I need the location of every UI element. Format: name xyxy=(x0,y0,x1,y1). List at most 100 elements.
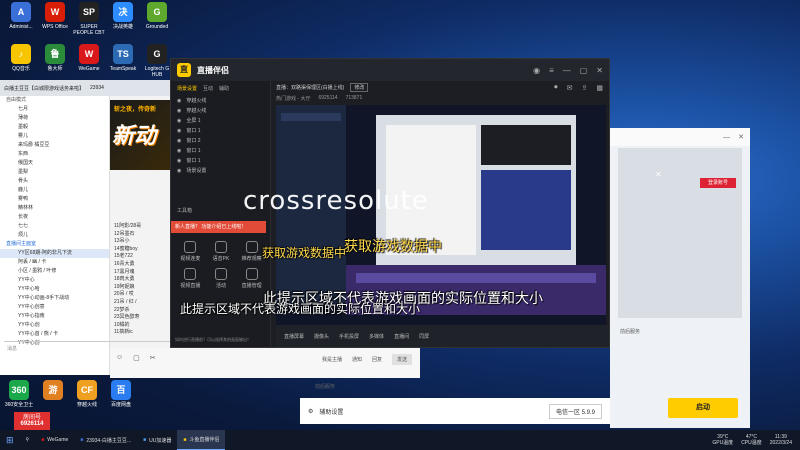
desktop-bottom-icon-2[interactable]: CF 穿越火线 xyxy=(70,380,104,408)
member-item[interactable]: 23冥色醇寿 xyxy=(114,314,172,322)
avatar-icon[interactable]: ◉ xyxy=(533,66,540,75)
channel-item[interactable]: YY中心创意 xyxy=(0,303,109,312)
mode-selector[interactable]: 自由模式 xyxy=(0,96,109,105)
member-item[interactable]: 20吊 / 哎 xyxy=(114,291,172,299)
taskbar-item-1[interactable]: ■ 23934-白播主豆豆... xyxy=(74,430,137,450)
scene-item[interactable]: ◉ 窗口 1 xyxy=(171,126,270,136)
source-button-2[interactable]: 手机投屏 xyxy=(339,333,359,340)
member-item[interactable]: 11阿影/28哥 xyxy=(114,223,172,231)
desktop-icon-5[interactable]: ♪ QQ音乐 xyxy=(4,44,38,72)
tool-button-0[interactable]: 视频连麦 xyxy=(177,241,203,262)
tab-interact[interactable]: 互动 xyxy=(203,85,213,92)
launch-button[interactable]: 启动 xyxy=(668,398,738,418)
clock[interactable]: 11:39 2022/3/24 xyxy=(770,434,792,446)
desktop-bottom-icon-0[interactable]: 360 360安全卫士 xyxy=(2,380,36,408)
tool-button-2[interactable]: 推荐观察 xyxy=(239,241,265,262)
scissors-icon[interactable]: ✂ xyxy=(150,354,156,362)
channel-item[interactable]: YY中心哈 xyxy=(0,285,109,294)
eye-icon[interactable]: ◉ xyxy=(177,166,181,176)
list-item[interactable]: 雾儿 xyxy=(0,132,109,141)
close-icon[interactable]: ✕ xyxy=(596,66,603,75)
scene-item[interactable]: ◉ 全屏 1 xyxy=(171,116,270,126)
list-item[interactable]: 精林林 xyxy=(0,204,109,213)
close-icon[interactable]: ✕ xyxy=(738,133,744,141)
settings-icon[interactable]: ⚙ xyxy=(308,408,313,415)
desktop-bottom-icon-3[interactable]: 百百度网盘 xyxy=(104,380,138,408)
minimize-icon[interactable]: — xyxy=(723,134,730,141)
list-item[interactable]: 长夜 xyxy=(0,213,109,222)
member-item[interactable]: 19阿妮娘 xyxy=(114,284,172,292)
list-item[interactable]: 七月 xyxy=(0,105,109,114)
launcher-banner[interactable]: 登录账号 xyxy=(618,148,742,318)
tool-button-1[interactable]: 语音PK xyxy=(208,241,234,262)
server-select[interactable]: 电信一区 5.9.9 xyxy=(548,403,602,419)
channel-item[interactable]: YY中心指南 xyxy=(0,312,109,321)
grid-icon[interactable]: ▦ xyxy=(596,84,603,92)
list-item[interactable]: 七七 xyxy=(0,222,109,231)
taskbar-item-2[interactable]: ■ UU加速器 xyxy=(137,430,177,450)
desktop-icon-4[interactable]: G Grounded xyxy=(140,2,174,30)
scene-item[interactable]: ◉ 窗口 1 xyxy=(171,146,270,156)
list-item[interactable]: 薄荷 xyxy=(0,114,109,123)
login-button[interactable]: 登录账号 xyxy=(700,178,736,188)
eye-icon[interactable]: ◉ xyxy=(177,96,181,106)
share-icon[interactable]: ⇪ xyxy=(582,84,588,92)
minimize-icon[interactable]: — xyxy=(563,66,571,75)
send-button[interactable]: 发送 xyxy=(391,354,412,365)
desktop-icon-8[interactable]: TS TeamSpeak xyxy=(106,44,140,72)
tip-banner[interactable]: 新人直播？ 功能介绍已上线啦！ xyxy=(171,221,266,233)
maximize-icon[interactable]: ▢ xyxy=(580,66,588,75)
member-item[interactable]: 22梦杀 xyxy=(114,307,172,315)
category[interactable]: 热门游戏 - 大厅 xyxy=(276,95,310,102)
tool-button-3[interactable]: 视频直播 xyxy=(177,268,203,289)
desktop-icon-7[interactable]: W WeGame xyxy=(72,44,106,72)
member-item[interactable]: 18肉大勇 xyxy=(114,276,172,284)
list-item[interactable]: 前后服务 xyxy=(620,328,640,335)
member-item[interactable]: 21吊 / 红 / xyxy=(114,299,172,307)
chat-titlebar[interactable]: 白播主豆豆【白城限游戏话务来啦】 23934 xyxy=(0,80,175,96)
tool-button-4[interactable]: 活动 xyxy=(208,268,234,289)
list-item[interactable]: 鹿儿 xyxy=(0,186,109,195)
eye-icon[interactable]: ◉ xyxy=(177,126,181,136)
overlay-close-icon[interactable]: ✕ xyxy=(655,170,662,179)
edit-button[interactable]: 修改 xyxy=(350,83,369,92)
settings-label[interactable]: 辅助设置 xyxy=(319,407,343,416)
eye-icon[interactable]: ◉ xyxy=(177,116,181,126)
scene-item[interactable]: ◉ 穿越火线 xyxy=(171,96,270,106)
gift-icon[interactable]: ✉ xyxy=(567,84,573,92)
channel-item[interactable]: YY中心创 xyxy=(0,321,109,330)
record-icon[interactable]: ⏺ xyxy=(554,84,558,92)
scene-item[interactable]: ◉ 窗口 1 xyxy=(171,156,270,166)
source-button-3[interactable]: 多媒体 xyxy=(369,333,384,340)
promo-banner[interactable]: 斩之夜，传奇新 新动 xyxy=(110,100,175,170)
search-icon[interactable]: ⚲ xyxy=(20,430,36,450)
desktop-icon-1[interactable]: W WPS Office xyxy=(38,2,72,30)
channel-item[interactable]: YY中心首 / 熊 / 卡 xyxy=(0,330,109,339)
list-item[interactable]: 烦儿 xyxy=(0,231,109,240)
channel-item[interactable]: YY区68期-阿的非凡下流 xyxy=(0,249,109,258)
scene-item[interactable]: ◉ 窗口 2 xyxy=(171,136,270,146)
desktop-icon-2[interactable]: SP SUPER PEOPLE CBT xyxy=(72,2,106,36)
footer-item-2[interactable]: 回复 xyxy=(372,356,382,363)
desktop-bottom-icon-1[interactable]: 游 xyxy=(36,380,70,402)
eye-icon[interactable]: ◉ xyxy=(177,136,181,146)
taskbar-item-3[interactable]: ■ 斗鱼直播伴侣 xyxy=(177,430,226,450)
scene-item[interactable]: ◉ 穿越火线 xyxy=(171,106,270,116)
list-item[interactable]: 墨毅 xyxy=(0,123,109,132)
member-item[interactable]: 13吊小 xyxy=(114,238,172,246)
desktop-icon-0[interactable]: A Administ... xyxy=(4,2,38,30)
list-item[interactable]: 墨梨 xyxy=(0,168,109,177)
source-button-4[interactable]: 直播间 xyxy=(394,333,409,340)
desktop-icon-9[interactable]: G Logitech G HUB xyxy=(140,44,174,78)
app-titlebar[interactable]: 直 直播伴侣 ◉ ≡ — ▢ ✕ xyxy=(171,59,609,81)
section-header[interactable]: 直播间主面室 xyxy=(0,240,109,249)
eye-icon[interactable]: ◉ xyxy=(177,146,181,156)
footer-item-0[interactable]: 我是主播 xyxy=(322,356,342,363)
source-button-5[interactable]: 同屏 xyxy=(419,333,429,340)
source-button-0[interactable]: 直播屏幕 xyxy=(284,333,304,340)
list-item[interactable]: 东西 xyxy=(0,150,109,159)
tab-scene[interactable]: 场景设置 xyxy=(177,85,197,92)
eye-icon[interactable]: ◉ xyxy=(177,156,181,166)
list-item[interactable]: 雾鸭 xyxy=(0,195,109,204)
channel-item[interactable]: 小区 / 墨鸦 / 叶修 xyxy=(0,267,109,276)
